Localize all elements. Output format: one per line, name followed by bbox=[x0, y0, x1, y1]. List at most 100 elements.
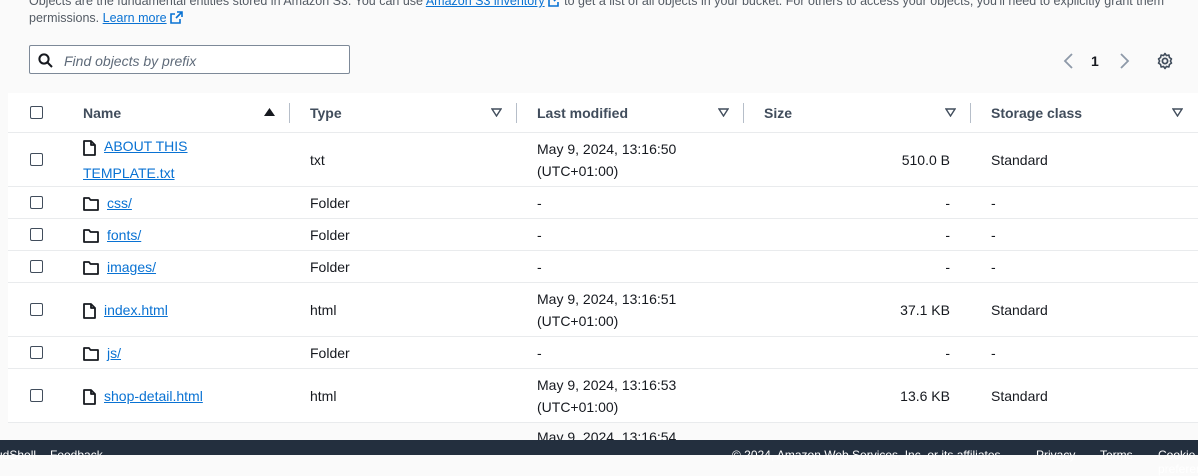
file-icon bbox=[83, 139, 96, 156]
row-select-cell bbox=[8, 282, 62, 337]
table-row[interactable]: ABOUT THIS TEMPLATE.txt txt May 9, 2024, 13… bbox=[8, 132, 1198, 187]
name-cell: shop-detail.html bbox=[62, 368, 289, 423]
name-cell: index.html bbox=[62, 282, 289, 337]
object-name-link[interactable]: ABOUT THIS bbox=[104, 135, 188, 157]
file-icon bbox=[83, 389, 96, 405]
external-link-icon bbox=[547, 0, 561, 7]
storage-class-cell: - bbox=[970, 250, 1198, 283]
table-header-row: Name Type Last modified Size Storage cla… bbox=[8, 93, 1198, 133]
last-modified-date: - bbox=[537, 258, 542, 275]
folder-icon bbox=[83, 261, 99, 275]
sort-descending-icon[interactable] bbox=[945, 108, 956, 117]
last-modified-date: May 9, 2024, 13:16:51 bbox=[537, 290, 677, 307]
sort-descending-icon[interactable] bbox=[1172, 108, 1183, 117]
object-name-link[interactable]: shop-detail.html bbox=[104, 385, 203, 407]
object-name-link[interactable]: index.html bbox=[104, 299, 168, 321]
last-modified-cell: - bbox=[516, 336, 743, 369]
search-icon bbox=[38, 53, 53, 68]
intro-line2-start: permissions. bbox=[29, 11, 100, 25]
footer: CloudShell Feedback © 2024, Amazon Web S… bbox=[0, 440, 1198, 476]
object-name-link[interactable]: fonts/ bbox=[107, 224, 141, 246]
object-name-link[interactable]: css/ bbox=[107, 192, 132, 214]
objects-table: Name Type Last modified Size Storage cla… bbox=[8, 93, 1198, 423]
column-header-name[interactable]: Name bbox=[62, 93, 290, 133]
row-checkbox[interactable] bbox=[30, 346, 43, 359]
last-modified-timezone: (UTC+01:00) bbox=[537, 312, 619, 329]
search-box[interactable] bbox=[29, 45, 350, 74]
search-input[interactable] bbox=[62, 50, 346, 72]
folder-icon bbox=[83, 229, 99, 243]
storage-class-cell: Standard bbox=[970, 368, 1198, 423]
type-header-label: Type bbox=[310, 105, 342, 121]
size-cell: 510.0 B bbox=[743, 132, 970, 187]
object-name-link-continued[interactable]: TEMPLATE.txt bbox=[83, 165, 175, 181]
column-header-storage-class[interactable]: Storage class bbox=[970, 93, 1198, 133]
size-cell: - bbox=[743, 250, 970, 283]
current-page-number[interactable]: 1 bbox=[1091, 53, 1099, 69]
last-modified-cell: May 9, 2024, 13:16:50 (UTC+01:00) bbox=[516, 132, 743, 187]
type-cell: Folder bbox=[289, 186, 516, 219]
size-cell: - bbox=[743, 218, 970, 251]
intro-line1-end: to get a list of all objects in your buc… bbox=[564, 0, 1165, 8]
sort-descending-icon[interactable] bbox=[718, 108, 729, 117]
table-row[interactable]: css/Folder - - - bbox=[8, 186, 1198, 219]
row-select-cell bbox=[8, 218, 62, 251]
object-name-link[interactable]: images/ bbox=[107, 256, 156, 278]
column-header-type[interactable]: Type bbox=[289, 93, 517, 133]
table-row[interactable]: fonts/Folder - - - bbox=[8, 218, 1198, 251]
last-modified-cell: - bbox=[516, 186, 743, 219]
column-header-last-modified[interactable]: Last modified bbox=[516, 93, 744, 133]
terms-link[interactable]: Terms bbox=[1100, 448, 1133, 462]
last-modified-date: May 9, 2024, 13:16:53 bbox=[537, 376, 677, 393]
last-modified-date: - bbox=[537, 344, 542, 361]
row-select-cell bbox=[8, 250, 62, 283]
type-cell: Folder bbox=[289, 218, 516, 251]
row-select-cell bbox=[8, 336, 62, 369]
type-cell: Folder bbox=[289, 250, 516, 283]
last-modified-header-label: Last modified bbox=[537, 105, 629, 121]
last-modified-date: - bbox=[537, 226, 542, 243]
previous-page-icon[interactable] bbox=[1062, 52, 1076, 70]
intro-text: Objects are the fundamental entities sto… bbox=[29, 0, 1179, 27]
row-checkbox[interactable] bbox=[30, 260, 43, 273]
row-checkbox[interactable] bbox=[30, 228, 43, 241]
object-name-link[interactable]: js/ bbox=[107, 342, 121, 364]
row-checkbox[interactable] bbox=[30, 196, 43, 209]
last-modified-date: - bbox=[537, 194, 542, 211]
size-cell: - bbox=[743, 186, 970, 219]
storage-class-cell: Standard bbox=[970, 132, 1198, 187]
learn-more-link[interactable]: Learn more bbox=[103, 11, 167, 25]
last-modified-cell: - bbox=[516, 218, 743, 251]
copyright-text: © 2024, Amazon Web Services, Inc. or its… bbox=[732, 448, 1004, 462]
table-row[interactable]: shop-detail.html html May 9, 2024, 13:16:5… bbox=[8, 368, 1198, 423]
cloudshell-link[interactable]: CloudShell bbox=[0, 448, 36, 462]
sort-ascending-icon[interactable] bbox=[264, 108, 275, 117]
feedback-link[interactable]: Feedback bbox=[50, 448, 103, 462]
name-header-label: Name bbox=[83, 105, 122, 121]
table-row[interactable]: js/Folder - - - bbox=[8, 336, 1198, 369]
storage-class-header-label: Storage class bbox=[991, 105, 1083, 121]
sort-descending-icon[interactable] bbox=[491, 108, 502, 117]
gear-icon[interactable] bbox=[1156, 52, 1174, 70]
type-cell: html bbox=[289, 282, 516, 337]
folder-icon bbox=[83, 347, 99, 361]
size-header-label: Size bbox=[764, 105, 793, 121]
inventory-link[interactable]: Amazon S3 inventory bbox=[426, 0, 545, 8]
column-header-size[interactable]: Size bbox=[743, 93, 971, 133]
select-all-checkbox[interactable] bbox=[30, 106, 43, 119]
cookie-preferences-link[interactable]: Cookie preferences bbox=[1158, 448, 1198, 476]
row-select-cell bbox=[8, 186, 62, 219]
row-checkbox[interactable] bbox=[30, 303, 43, 316]
name-cell: css/ bbox=[62, 186, 289, 219]
next-page-icon[interactable] bbox=[1117, 52, 1131, 70]
size-cell: 37.1 KB bbox=[743, 282, 970, 337]
name-cell: js/ bbox=[62, 336, 289, 369]
row-checkbox[interactable] bbox=[30, 389, 43, 402]
table-row[interactable]: index.html html May 9, 2024, 13:16:51 (UTC+… bbox=[8, 282, 1198, 337]
row-checkbox[interactable] bbox=[30, 153, 43, 166]
privacy-link[interactable]: Privacy bbox=[1036, 448, 1075, 462]
file-icon bbox=[83, 303, 96, 319]
type-cell: html bbox=[289, 368, 516, 423]
table-row[interactable]: images/Folder - - - bbox=[8, 250, 1198, 283]
storage-class-cell: - bbox=[970, 336, 1198, 369]
